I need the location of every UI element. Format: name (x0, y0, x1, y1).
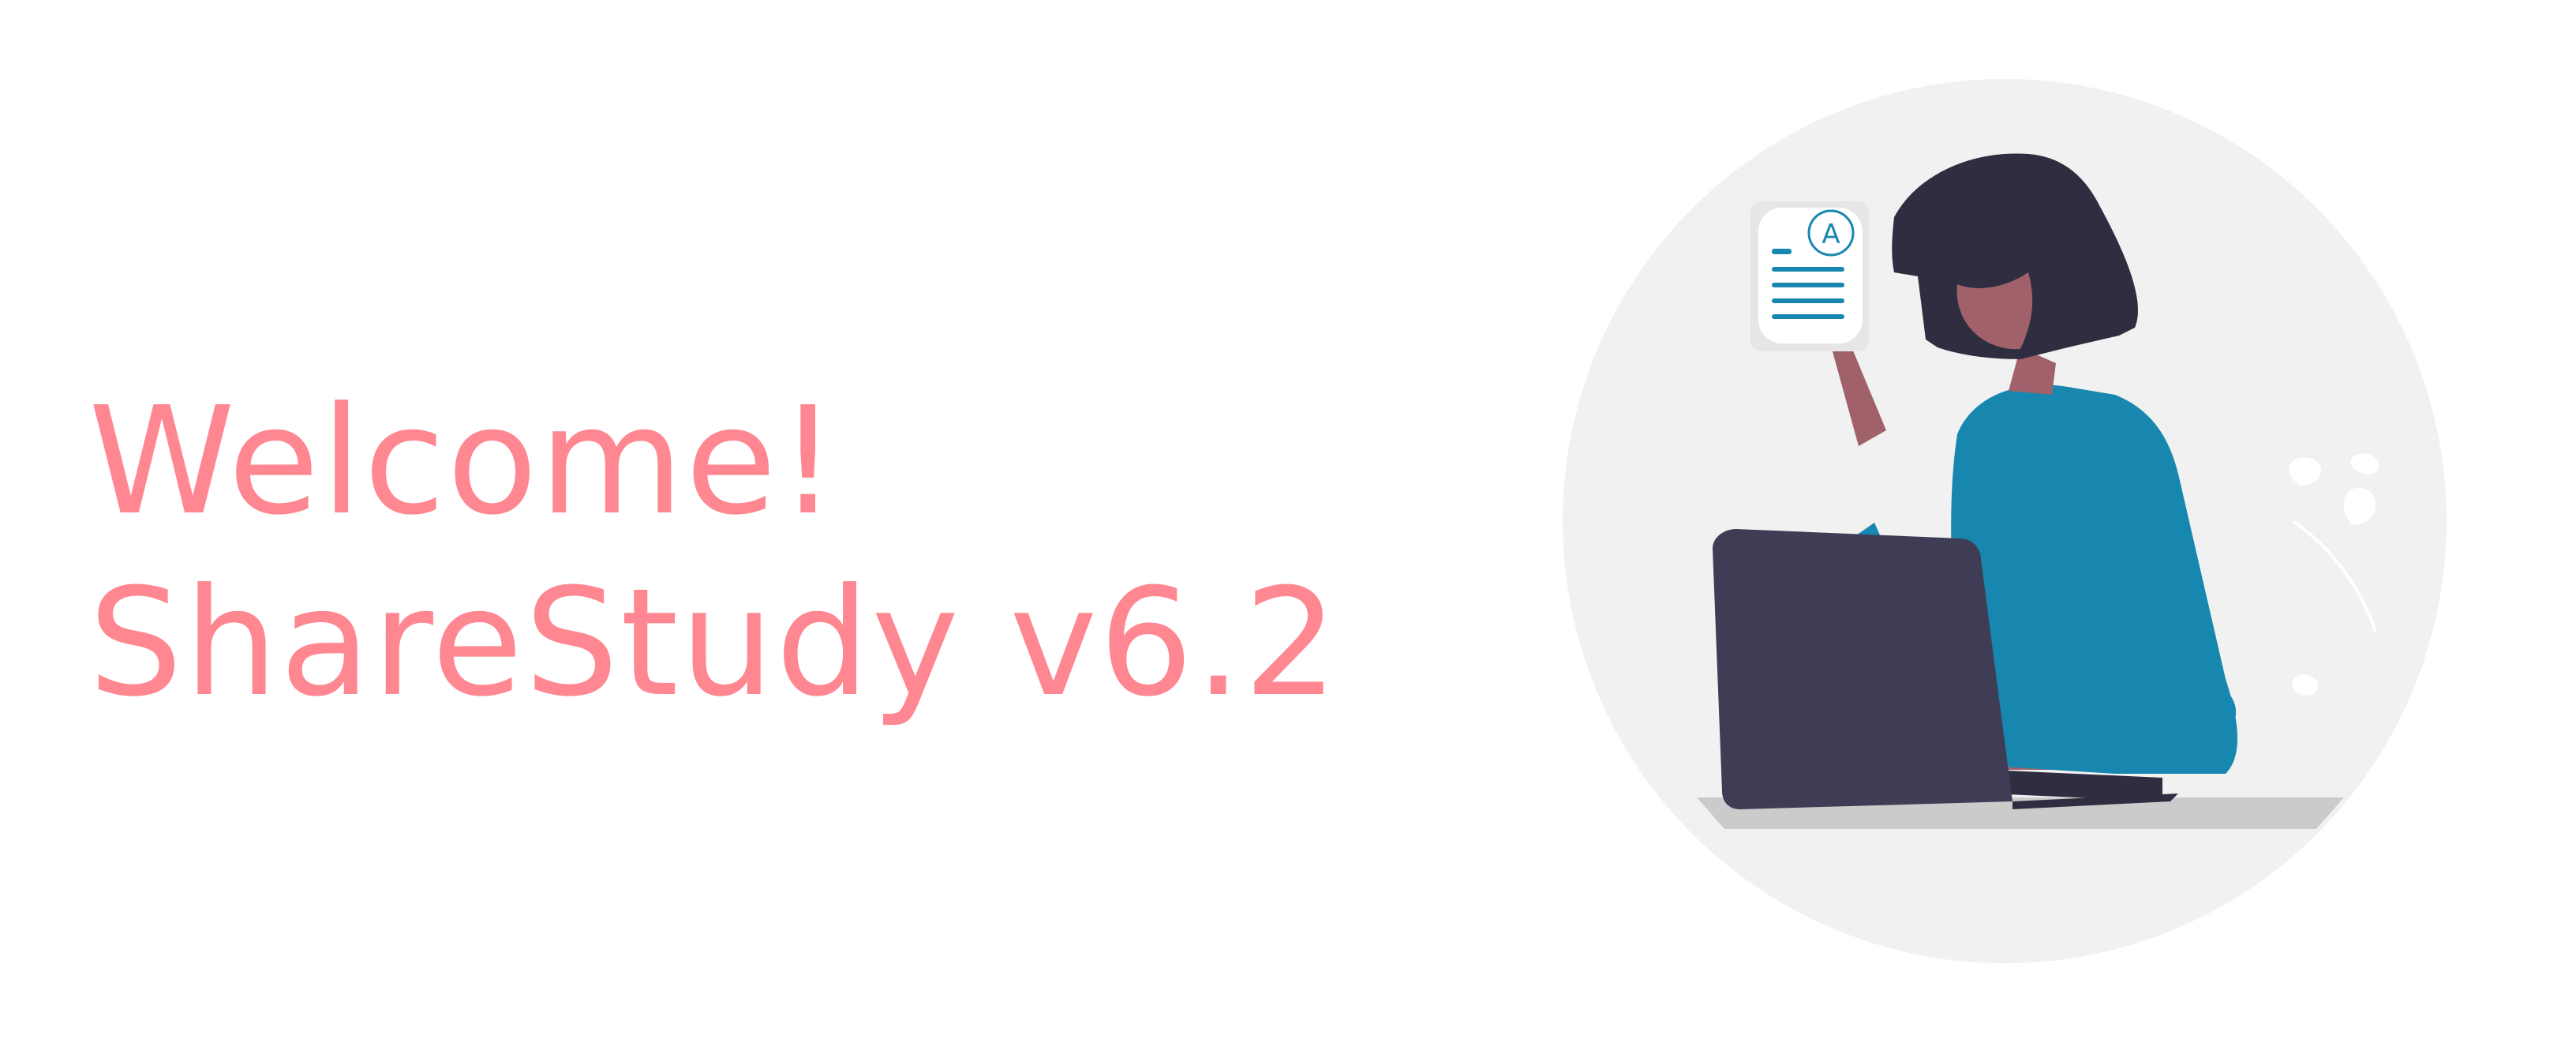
graded-paper: A (1750, 201, 1869, 351)
welcome-title: Welcome! (88, 375, 840, 548)
laptop (1713, 529, 2012, 809)
welcome-heading: Welcome! ShareStudy v6.2 (88, 371, 1340, 734)
paper-grade: A (1822, 219, 1840, 250)
student-illustration-svg: A (1563, 79, 2447, 963)
app-name-version: ShareStudy v6.2 (88, 557, 1340, 730)
welcome-screen: Welcome! ShareStudy v6.2 A (0, 0, 2576, 1043)
hero-illustration: A (1547, 63, 2462, 979)
